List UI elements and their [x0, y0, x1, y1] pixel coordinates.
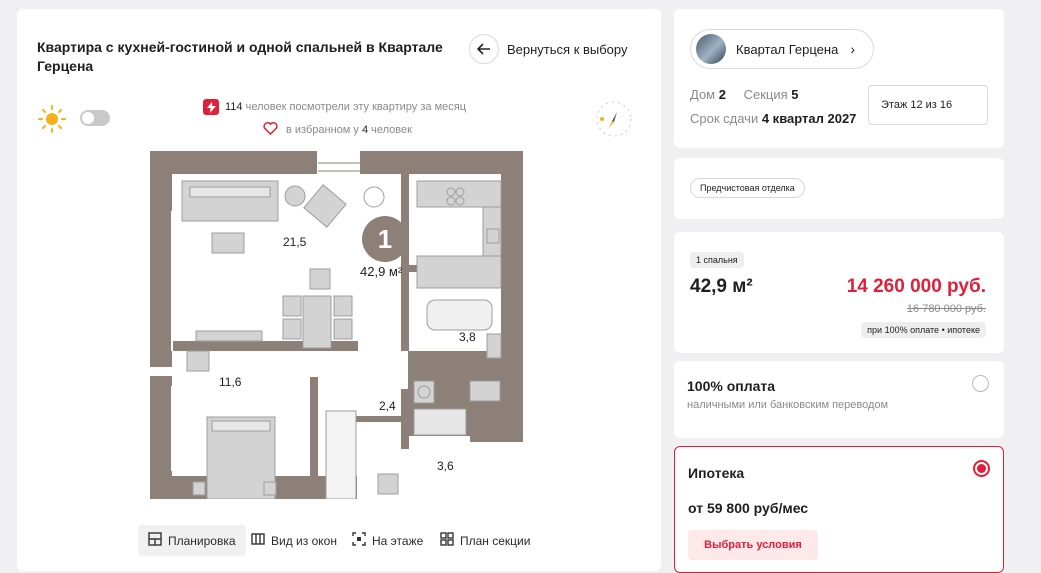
mortgage-title: Ипотека — [688, 465, 745, 481]
deadline-info: Срок сдачи 4 квартал 2027 — [690, 111, 856, 126]
room-bedroom-area: 11,6 — [219, 375, 242, 389]
deadline-value: 4 квартал 2027 — [761, 111, 857, 126]
current-price: 14 260 000 руб. — [846, 276, 986, 297]
floor-value: Этаж 12 из 16 — [881, 99, 953, 111]
house-info: Дом 2 Секция 5 — [690, 87, 799, 102]
views-text: человек посмотрели эту квартиру за месяц — [245, 101, 467, 113]
chevron-right-icon: › — [850, 41, 855, 57]
favorites-prefix: в избранном у — [286, 124, 359, 136]
lightning-icon — [203, 99, 219, 115]
tab-plan-label: Планировка — [168, 533, 236, 548]
floor-selector[interactable]: Этаж 12 из 16 — [868, 85, 988, 125]
favorites-count: 4 — [361, 124, 369, 136]
room-wardrobe-area: 3,6 — [437, 459, 454, 473]
old-price: 16 780 000 руб. — [906, 303, 986, 315]
full-payment-option[interactable]: 100% оплата наличными или банковским пер… — [674, 361, 1004, 438]
full-payment-radio[interactable] — [972, 375, 989, 392]
house-label: Дом — [690, 87, 716, 102]
favorites-suffix: человек — [371, 124, 412, 136]
price-card: 1 спальня 42,9 м² 14 260 000 руб. 16 780… — [674, 232, 1004, 353]
back-button[interactable]: Вернуться к выбору — [469, 34, 628, 64]
tab-section-plan[interactable]: План секции — [440, 532, 530, 549]
choose-conditions-label: Выбрать условия — [704, 539, 802, 551]
complex-card: Квартал Герцена › Дом 2 Секция 5 Срок сд… — [674, 9, 1004, 148]
total-area: 42,9 м² — [360, 264, 403, 279]
complex-name: Квартал Герцена — [736, 41, 839, 57]
back-label: Вернуться к выбору — [507, 41, 628, 57]
arrow-left-icon — [469, 34, 499, 64]
room-number-badge: 1 — [362, 216, 408, 262]
heart-icon — [263, 122, 278, 138]
room-hall-area: 2,4 — [379, 399, 396, 413]
plan-card: Квартира с кухней-гостиной и одной спаль… — [17, 9, 661, 571]
full-payment-title: 100% оплата — [687, 378, 776, 394]
sun-icon — [38, 105, 66, 138]
tab-plan[interactable]: Планировка — [138, 525, 246, 556]
price-note: при 100% оплате • ипотеке — [861, 322, 986, 338]
building-thumbnail — [696, 34, 726, 64]
tab-window-view[interactable]: Вид из окон — [251, 532, 337, 549]
floor-plan — [150, 151, 523, 499]
finish-card: Предчистовая отделка — [674, 158, 1004, 219]
deadline-label: Срок сдачи — [690, 111, 759, 126]
mortgage-option[interactable]: Ипотека от 59 800 руб/мес Выбрать услови… — [674, 446, 1004, 573]
mortgage-radio[interactable] — [973, 460, 990, 477]
night-mode-toggle[interactable] — [80, 110, 110, 126]
section-number: 5 — [791, 87, 799, 102]
tab-section-plan-label: План секции — [460, 533, 531, 548]
views-count: 114 — [225, 101, 243, 113]
price-area: 42,9 м² — [690, 276, 753, 297]
room-living-area: 21,5 — [283, 235, 307, 249]
apartment-title: Квартира с кухней-гостиной и одной спаль… — [37, 39, 443, 74]
finish-badge: Предчистовая отделка — [690, 178, 805, 198]
house-number: 2 — [718, 87, 726, 102]
tab-floor[interactable]: На этаже — [352, 532, 423, 549]
section-label: Секция — [743, 87, 788, 102]
favorites-info: в избранном у 4 человек — [263, 122, 412, 138]
tab-floor-label: На этаже — [372, 533, 424, 548]
views-info: 114 человек посмотрели эту квартиру за м… — [203, 99, 466, 115]
room-bath-area: 3,8 — [459, 330, 476, 344]
section-icon — [440, 532, 454, 549]
plan-icon — [148, 532, 162, 549]
compass-icon — [595, 100, 633, 143]
window-icon — [251, 532, 265, 549]
bedroom-badge: 1 спальня — [690, 252, 744, 268]
complex-link[interactable]: Квартал Герцена › — [690, 29, 874, 69]
floor-icon — [352, 532, 366, 549]
tab-window-view-label: Вид из окон — [271, 533, 337, 548]
mortgage-monthly: от 59 800 руб/мес — [688, 500, 809, 516]
full-payment-subtitle: наличными или банковским переводом — [687, 399, 889, 411]
room-number: 1 — [377, 223, 393, 254]
choose-conditions-button[interactable]: Выбрать условия — [688, 530, 818, 560]
